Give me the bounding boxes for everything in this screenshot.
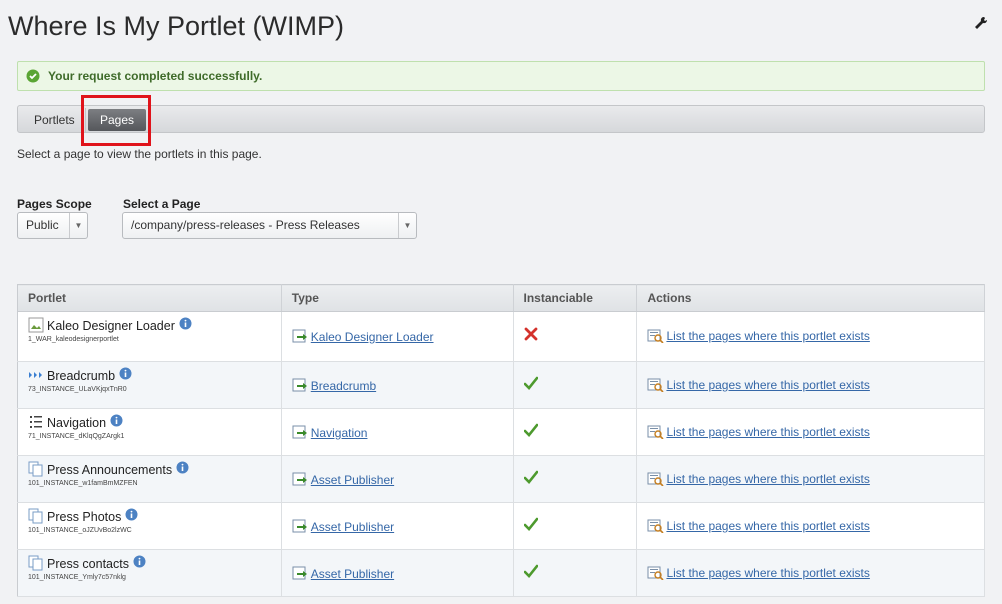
portlet-name: Kaleo Designer Loader — [47, 319, 175, 333]
table-row: Press contacts 101_INSTANCE_Ymly7c57nklg A… — [17, 549, 985, 597]
select-page-label: Select a Page — [123, 197, 201, 211]
list-pages-icon — [647, 328, 665, 344]
page-title: Where Is My Portlet (WIMP) — [8, 11, 345, 41]
info-icon[interactable] — [125, 508, 138, 521]
table-row: Kaleo Designer Loader 1_WAR_kaleodesigner… — [17, 311, 985, 362]
broken-image-icon — [28, 317, 44, 333]
portlet-id: 101_INSTANCE_oJZUvBo2lzWC — [28, 527, 132, 534]
portlet-type-icon — [292, 329, 309, 344]
check-icon — [523, 376, 538, 390]
chevron-down-icon: ▼ — [69, 213, 87, 238]
check-icon — [523, 564, 538, 578]
portlets-table: Portlet Type Instanciable Actions Kaleo … — [17, 284, 985, 597]
table-row: Breadcrumb 73_INSTANCE_ULaVKjqxTnR0 Breadc… — [17, 361, 985, 409]
success-text: Your request completed successfully. — [48, 69, 263, 83]
select-page-value: /company/press-releases - Press Releases — [131, 218, 360, 232]
portlet-name: Press contacts — [47, 557, 129, 571]
portlet-name: Breadcrumb — [47, 369, 116, 383]
portlet-type-link[interactable]: Breadcrumb — [311, 379, 376, 393]
list-pages-link[interactable]: List the pages where this portlet exists — [666, 519, 869, 533]
portlet-type-link[interactable]: Kaleo Designer Loader — [311, 330, 434, 344]
table-row: Press Photos 101_INSTANCE_oJZUvBo2lzWC Ass… — [17, 502, 985, 550]
tab-portlets[interactable]: Portlets — [24, 108, 86, 132]
list-pages-icon — [647, 377, 665, 393]
table-row: Press Announcements 101_INSTANCE_w1famBmM… — [17, 455, 985, 503]
info-icon[interactable] — [176, 461, 189, 474]
portlet-type-link[interactable]: Asset Publisher — [311, 473, 394, 487]
column-header-type: Type — [281, 284, 514, 312]
portlet-name: Press Announcements — [47, 463, 173, 477]
navigation-icon — [28, 414, 44, 430]
column-header-instanciable: Instanciable — [513, 284, 638, 312]
pages-icon — [28, 461, 44, 477]
list-pages-link[interactable]: List the pages where this portlet exists — [666, 378, 869, 392]
portlet-type-link[interactable]: Asset Publisher — [311, 567, 394, 581]
table-row: Navigation 71_INSTANCE_dKlqQgZArgk1 Naviga… — [17, 408, 985, 456]
success-message: Your request completed successfully. — [17, 61, 985, 91]
portlet-type-link[interactable]: Asset Publisher — [311, 520, 394, 534]
pages-scope-value: Public — [26, 218, 59, 232]
check-circle-icon — [26, 69, 40, 83]
pages-icon — [28, 555, 44, 571]
portlet-id: 101_INSTANCE_w1famBmMZFEN — [28, 480, 138, 487]
portlet-type-icon — [292, 378, 309, 393]
wrench-icon[interactable] — [974, 16, 988, 30]
cross-icon — [524, 327, 538, 341]
info-icon[interactable] — [110, 414, 123, 427]
list-pages-link[interactable]: List the pages where this portlet exists — [666, 425, 869, 439]
list-pages-link[interactable]: List the pages where this portlet exists — [666, 566, 869, 580]
check-icon — [523, 423, 538, 437]
list-pages-icon — [647, 565, 665, 581]
pages-scope-label: Pages Scope — [17, 197, 92, 211]
list-pages-link[interactable]: List the pages where this portlet exists — [666, 472, 869, 486]
breadcrumb-icon — [28, 367, 44, 383]
list-pages-icon — [647, 471, 665, 487]
list-pages-icon — [647, 518, 665, 534]
info-icon[interactable] — [133, 555, 146, 568]
pages-scope-select[interactable]: Public ▼ — [17, 212, 88, 239]
list-pages-link[interactable]: List the pages where this portlet exists — [666, 329, 869, 343]
tab-bar: Portlets Pages — [17, 105, 985, 133]
portlet-id: 101_INSTANCE_Ymly7c57nklg — [28, 574, 126, 581]
list-pages-icon — [647, 424, 665, 440]
portlet-name: Press Photos — [47, 510, 122, 524]
info-icon[interactable] — [119, 367, 132, 380]
instructions: Select a page to view the portlets in th… — [17, 147, 262, 161]
check-icon — [523, 470, 538, 484]
portlet-id: 73_INSTANCE_ULaVKjqxTnR0 — [28, 386, 127, 393]
column-header-portlet: Portlet — [17, 284, 282, 312]
chevron-down-icon: ▼ — [398, 213, 416, 238]
portlet-id: 1_WAR_kaleodesignerportlet — [28, 336, 119, 343]
select-page-select[interactable]: /company/press-releases - Press Releases… — [122, 212, 417, 239]
portlet-type-icon — [292, 519, 309, 534]
info-icon[interactable] — [179, 317, 192, 330]
portlet-type-icon — [292, 472, 309, 487]
portlet-name: Navigation — [47, 416, 107, 430]
pages-icon — [28, 508, 44, 524]
portlet-type-icon — [292, 425, 309, 440]
portlet-id: 71_INSTANCE_dKlqQgZArgk1 — [28, 433, 125, 440]
portlet-type-link[interactable]: Navigation — [311, 426, 368, 440]
check-icon — [523, 517, 538, 531]
column-header-actions: Actions — [636, 284, 985, 312]
portlet-type-icon — [292, 566, 309, 581]
highlight-box — [81, 95, 151, 146]
